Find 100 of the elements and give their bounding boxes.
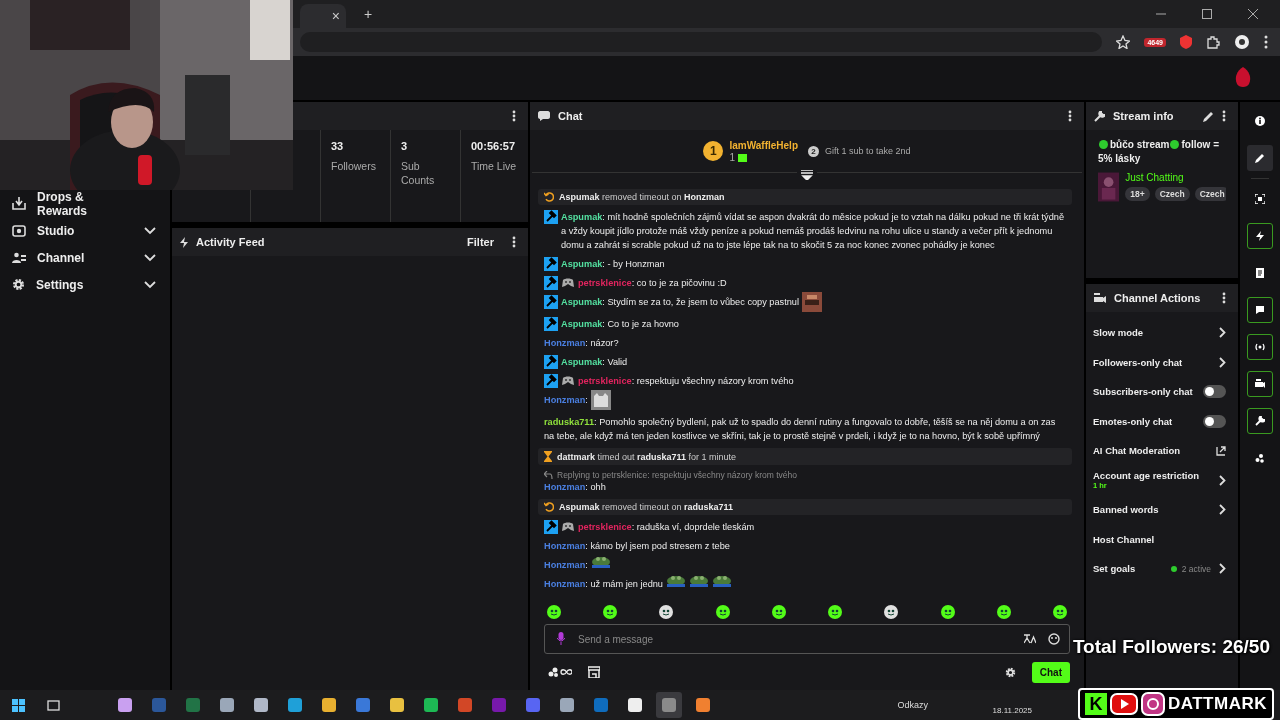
toggle-switch[interactable] <box>1203 414 1226 428</box>
chat-message: Aspumak: Co to je za hovno <box>561 318 679 331</box>
emote-icon[interactable] <box>995 604 1012 620</box>
frog-emote-icon <box>590 555 611 569</box>
notice-text: Aspumak removed timeout on Honzman <box>559 192 725 202</box>
menu-icon[interactable] <box>1264 35 1268 49</box>
panel-title: Chat <box>558 110 583 122</box>
close-icon[interactable] <box>1248 9 1258 19</box>
translate-icon[interactable] <box>1024 634 1036 644</box>
chevron-right-icon <box>1219 356 1226 368</box>
bolt-icon[interactable] <box>1247 223 1273 249</box>
undo-icon <box>544 502 554 512</box>
emote-icon[interactable] <box>939 604 956 620</box>
emote-icon[interactable] <box>602 604 619 620</box>
toggle-switch[interactable] <box>1203 385 1226 399</box>
chat-message: petrsklenice: raduška ví, doprdele tleskám <box>578 521 755 534</box>
start-icon[interactable] <box>12 698 25 712</box>
notice-text: Aspumak removed timeout on raduska711 <box>559 502 734 512</box>
channel-icon <box>1094 292 1106 304</box>
close-tab-button[interactable]: × <box>331 9 340 23</box>
browser-tab[interactable]: × <box>300 4 346 28</box>
maximize-icon[interactable] <box>1202 9 1212 19</box>
sidebar-item[interactable]: Drops & Rewards <box>0 190 170 217</box>
chat-message: Aspumak: Stydím se za to, že jsem to vůbec copy pastnul <box>561 296 799 309</box>
video-play-icon <box>1109 693 1138 715</box>
frog-emote-icon <box>688 574 709 588</box>
chat-message: Aspumak: - by Honzman <box>561 258 665 271</box>
more-icon[interactable] <box>1222 292 1226 304</box>
microphone-icon[interactable] <box>557 632 565 645</box>
filter-button[interactable]: Filter <box>463 234 498 250</box>
channel-action[interactable]: Set goals 2 active <box>1086 554 1238 584</box>
wrench-icon <box>1094 110 1105 122</box>
profile-icon[interactable] <box>1234 34 1250 50</box>
rank-badge: 2 <box>808 145 819 157</box>
bolt-icon <box>180 236 188 248</box>
sidebar-item[interactable]: Settings <box>0 271 170 298</box>
message-field[interactable]: Send a message <box>544 624 1070 654</box>
more-icon[interactable] <box>1222 110 1226 122</box>
wrench-icon[interactable] <box>1247 408 1273 434</box>
task-view-icon[interactable] <box>47 698 60 712</box>
sidebar-item[interactable]: Channel <box>0 244 170 271</box>
camera-icon <box>12 224 26 237</box>
rank-badge: 1 <box>703 141 724 161</box>
chevron-down-icon[interactable] <box>144 280 156 289</box>
emote-icon[interactable] <box>714 604 731 620</box>
channel-action[interactable]: Subscribers-only chat <box>1086 377 1238 407</box>
pencil-icon[interactable] <box>1247 145 1273 171</box>
chat-message: Aspumak: Valid <box>561 356 628 369</box>
stat-value: 00:56:57 <box>471 140 517 152</box>
channel-action[interactable]: Host Channel <box>1086 524 1238 554</box>
emote-icon[interactable] <box>770 604 787 620</box>
channel-action[interactable]: Banned words <box>1086 495 1238 525</box>
stat-label: Sub Counts <box>401 160 436 188</box>
emote-icon <box>801 292 822 312</box>
channel-action[interactable]: AI Chat Moderation <box>1086 436 1238 466</box>
frog-emote-icon <box>665 574 686 588</box>
chat-message: Aspumak: mít hodně společních zájmů vídat se aspon dvakrát do měsice pokud je to vztah na dálku pokud ne tři krát týdně a vždy koupit jídlo protože máš vždy peníze a pokud nemáš prodáš ledvinu na rohu ulice u standy a večer přít k jednomu domu a zahrát si scrable pokud už na to jste lépe tak na to skočit 5 za noc konec zvonec pohádky je konec <box>561 211 1066 252</box>
chevron-right-icon <box>1219 327 1226 339</box>
notice-text: dattmark timed out raduska711 for 1 minute <box>557 451 737 462</box>
gift-count: 1 <box>729 151 735 163</box>
panel-title: Activity Feed <box>196 236 265 248</box>
avatar-icon[interactable] <box>1234 67 1252 89</box>
stream-title: bůčo stream follow = 5% lásky <box>1098 138 1220 166</box>
new-tab-button[interactable]: + <box>364 7 373 21</box>
chat-icon[interactable] <box>1247 297 1273 323</box>
hourglass-icon <box>544 451 552 462</box>
extension-icon[interactable] <box>1180 35 1192 49</box>
links-toolbar[interactable]: Odkazy <box>897 700 928 710</box>
points-icon[interactable] <box>548 667 572 677</box>
status-dot-icon <box>1170 565 1177 572</box>
sidebar-item[interactable]: Studio <box>0 217 170 244</box>
channel-action[interactable]: Followers-only chat <box>1086 347 1238 377</box>
camera-icon <box>1140 692 1165 716</box>
logo: K <box>1084 693 1107 715</box>
store-icon[interactable] <box>588 666 600 678</box>
chat-message: Honzman: ohh <box>544 481 606 494</box>
send-button[interactable]: Chat <box>1031 661 1070 683</box>
emoji-icon[interactable] <box>1048 633 1060 645</box>
chevron-down-icon[interactable] <box>144 253 156 262</box>
pencil-icon[interactable] <box>1203 110 1214 122</box>
chat-message: raduska711: Pomohlo společný bydlení, pak už to spadlo do denní rutiny a fungovalo to dobře, těšíš se na něj domu a on zas na tebe, ale když má ten jeden kostlivce ve skříni, tak je to prostě stejně v prdeli, i když je to na hovno, být k sobě upřímný <box>544 416 1057 443</box>
broadcast-icon[interactable] <box>1247 334 1273 360</box>
emote-icon[interactable] <box>883 604 900 620</box>
emote-icon[interactable] <box>1051 604 1068 620</box>
channel-action[interactable]: Emotes-only chat <box>1086 406 1238 436</box>
category-link[interactable]: Just Chatting <box>1125 172 1226 183</box>
emote-icon[interactable] <box>827 604 844 620</box>
more-icon[interactable] <box>512 110 516 122</box>
puzzle-icon[interactable] <box>1206 35 1220 49</box>
emote-icon[interactable] <box>658 604 675 620</box>
star-icon[interactable] <box>1116 35 1131 49</box>
more-icon[interactable] <box>1068 110 1072 122</box>
chevron-down-icon[interactable] <box>144 226 156 235</box>
settings-icon[interactable] <box>1004 666 1016 678</box>
channel-action[interactable]: Slow mode <box>1086 318 1238 348</box>
more-icon[interactable] <box>512 236 516 248</box>
leader-name[interactable]: IamWaffleHelp <box>729 139 798 151</box>
emote-icon[interactable] <box>546 604 562 620</box>
channel-icon[interactable] <box>1247 371 1273 397</box>
clock-date: 18.11.2025 <box>992 706 1032 715</box>
